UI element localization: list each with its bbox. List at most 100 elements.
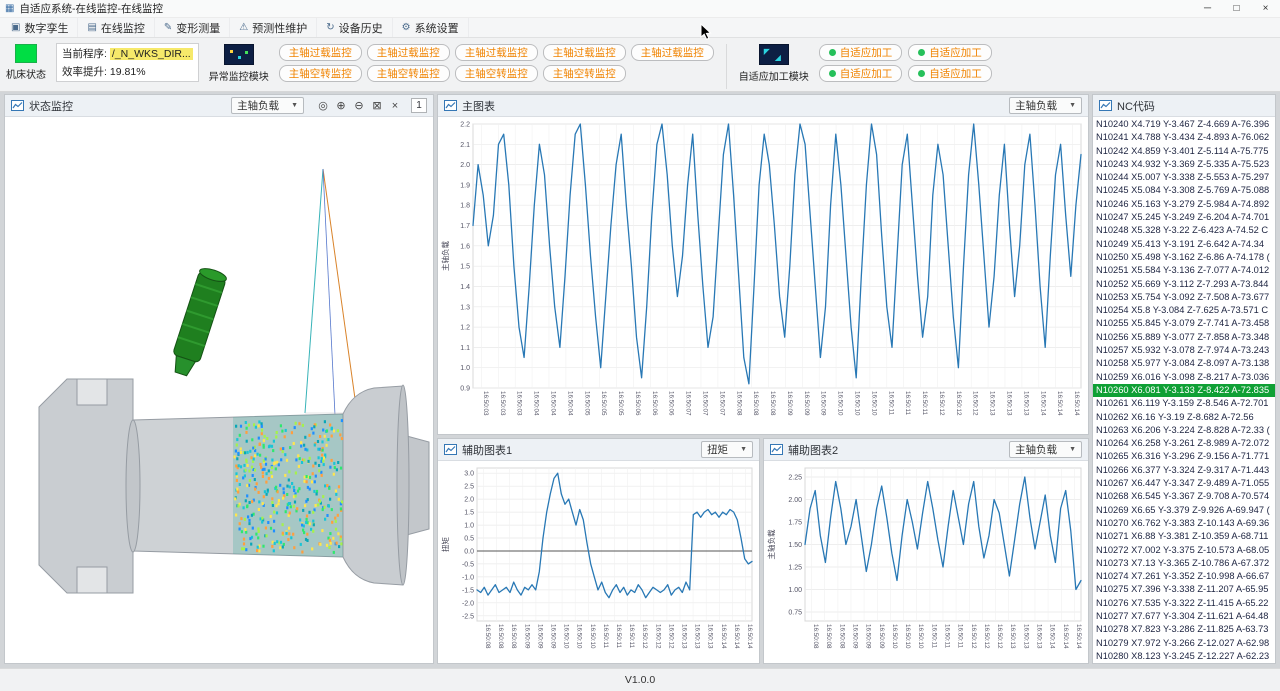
- main-chart-body: 0.91.01.11.21.31.41.51.61.71.81.92.02.12…: [438, 117, 1088, 434]
- adaptive-machining-button-3[interactable]: 自适应加工: [819, 65, 903, 82]
- aux-chart2-signal-dropdown[interactable]: 主轴负载 ▼: [1009, 441, 1082, 458]
- nc-code-line[interactable]: N10268 X6.545 Y-3.367 Z-9.708 A-70.574: [1093, 490, 1275, 503]
- svg-text:16:50:09: 16:50:09: [536, 624, 543, 649]
- overload-monitor-button-5[interactable]: 主轴过载监控: [631, 44, 714, 61]
- nc-code-line[interactable]: N10249 X5.413 Y-3.191 Z-6.642 A-74.34: [1093, 238, 1275, 251]
- nc-code-line[interactable]: N10247 X5.245 Y-3.249 Z-6.204 A-74.701: [1093, 211, 1275, 224]
- overload-monitor-button-1[interactable]: 主轴过载监控: [279, 44, 362, 61]
- close-button[interactable]: ×: [1251, 0, 1280, 17]
- minimize-button[interactable]: ─: [1193, 0, 1222, 17]
- svg-text:2.25: 2.25: [788, 475, 802, 482]
- idle-monitor-button-2[interactable]: 主轴空转监控: [367, 65, 450, 82]
- status-bar: V1.0.0: [0, 668, 1280, 691]
- idle-monitor-button-1[interactable]: 主轴空转监控: [279, 65, 362, 82]
- menu-item-6[interactable]: ⚙系统设置: [393, 18, 469, 37]
- overload-monitor-button-3[interactable]: 主轴过载监控: [455, 44, 538, 61]
- nc-code-line[interactable]: N10256 X5.889 Y-3.077 Z-7.858 A-73.348: [1093, 331, 1275, 344]
- adaptive-machining-button-4[interactable]: 自适应加工: [908, 65, 992, 82]
- aux1-line-chart[interactable]: -2.5-2.0-1.5-1.0-0.50.00.51.01.52.02.53.…: [439, 462, 758, 663]
- nc-code-line[interactable]: N10272 X7.002 Y-3.375 Z-10.573 A-68.05: [1093, 544, 1275, 557]
- window-controls: ─ □ ×: [1193, 0, 1280, 17]
- nc-code-line[interactable]: N10266 X6.377 Y-3.324 Z-9.317 A-71.443: [1093, 464, 1275, 477]
- menu-item-3[interactable]: ✎变形测量: [155, 18, 230, 37]
- scale-input[interactable]: 1: [411, 98, 427, 113]
- svg-text:16:50:11: 16:50:11: [628, 624, 635, 649]
- nc-code-line[interactable]: N10271 X6.88 Y-3.381 Z-10.359 A-68.711: [1093, 530, 1275, 543]
- idle-monitor-button-4[interactable]: 主轴空转监控: [543, 65, 626, 82]
- nc-code-line[interactable]: N10265 X6.316 Y-3.296 Z-9.156 A-71.771: [1093, 450, 1275, 463]
- nc-code-line[interactable]: N10261 X6.119 Y-3.159 Z-8.546 A-72.701: [1093, 397, 1275, 410]
- menu-item-1[interactable]: ▣数字孪生: [2, 18, 78, 37]
- nc-code-line[interactable]: N10255 X5.845 Y-3.079 Z-7.741 A-73.458: [1093, 317, 1275, 330]
- nc-code-line[interactable]: N10248 X5.328 Y-3.22 Z-6.423 A-74.52 C: [1093, 224, 1275, 237]
- viewport-signal-dropdown[interactable]: 主轴负载 ▼: [231, 97, 304, 114]
- svg-text:16:50:13: 16:50:13: [694, 624, 701, 649]
- nc-code-line[interactable]: N10276 X7.535 Y-3.322 Z-11.415 A-65.22: [1093, 597, 1275, 610]
- menu-item-5[interactable]: ↻设备历史: [317, 18, 392, 37]
- adaptive-machining-button-2[interactable]: 自适应加工: [908, 44, 992, 61]
- aux2-line-chart[interactable]: 0.751.001.251.501.752.002.2516:50:0816:5…: [765, 462, 1087, 663]
- svg-text:1.6: 1.6: [460, 243, 470, 250]
- menu-item-4[interactable]: ⚠预测性维护: [230, 18, 317, 37]
- pan-icon[interactable]: ⊠: [369, 98, 385, 114]
- nc-code-line[interactable]: N10250 X5.498 Y-3.162 Z-6.86 A-74.178 (: [1093, 251, 1275, 264]
- nc-code-line[interactable]: N10275 X7.396 Y-3.338 Z-11.207 A-65.95: [1093, 583, 1275, 596]
- dropdown-value: 主轴负载: [237, 98, 279, 113]
- nc-code-line[interactable]: N10260 X6.081 Y-3.133 Z-8.422 A-72.835: [1093, 384, 1275, 397]
- svg-text:16:50:10: 16:50:10: [917, 624, 924, 649]
- main-chart-signal-dropdown[interactable]: 主轴负载 ▼: [1009, 97, 1082, 114]
- nc-code-line[interactable]: N10269 X6.65 Y-3.379 Z-9.926 A-69.947 (: [1093, 504, 1275, 517]
- main-line-chart[interactable]: 0.91.01.11.21.31.41.51.61.71.81.92.02.12…: [439, 118, 1087, 434]
- svg-text:1.50: 1.50: [788, 542, 802, 549]
- svg-text:-1.0: -1.0: [462, 574, 474, 581]
- nc-code-line[interactable]: N10277 X7.677 Y-3.304 Z-11.621 A-64.48: [1093, 610, 1275, 623]
- nc-code-line[interactable]: N10278 X7.823 Y-3.286 Z-11.825 A-63.73: [1093, 623, 1275, 636]
- reset-view-icon[interactable]: ◎: [315, 98, 331, 114]
- nc-code-line[interactable]: N10254 X5.8 Y-3.084 Z-7.625 A-73.571 C: [1093, 304, 1275, 317]
- svg-text:16:50:12: 16:50:12: [972, 391, 979, 416]
- nc-code-line[interactable]: N10257 X5.932 Y-3.078 Z-7.974 A-73.243: [1093, 344, 1275, 357]
- idle-monitor-button-3[interactable]: 主轴空转监控: [455, 65, 538, 82]
- nc-code-line[interactable]: N10244 X5.007 Y-3.338 Z-5.553 A-75.297: [1093, 171, 1275, 184]
- zoom-out-icon[interactable]: ⊖: [351, 98, 367, 114]
- button-label: 自适应加工: [929, 45, 982, 60]
- nc-code-line[interactable]: N10251 X5.584 Y-3.136 Z-7.077 A-74.012: [1093, 264, 1275, 277]
- nc-code-line[interactable]: N10280 X8.123 Y-3.245 Z-12.227 A-62.23: [1093, 650, 1275, 663]
- nc-code-line[interactable]: N10241 X4.788 Y-3.434 Z-4.893 A-76.062: [1093, 131, 1275, 144]
- dropdown-value: 扭矩: [707, 442, 728, 457]
- nc-code-line[interactable]: N10242 X4.859 Y-3.401 Z-5.114 A-75.775: [1093, 145, 1275, 158]
- nc-code-line[interactable]: N10273 X7.13 Y-3.365 Z-10.786 A-67.372: [1093, 557, 1275, 570]
- nc-code-line[interactable]: N10253 X5.754 Y-3.092 Z-7.508 A-73.677: [1093, 291, 1275, 304]
- zoom-in-icon[interactable]: ⊕: [333, 98, 349, 114]
- nc-code-line[interactable]: N10274 X7.261 Y-3.352 Z-10.998 A-66.67: [1093, 570, 1275, 583]
- svg-text:16:50:13: 16:50:13: [1022, 391, 1029, 416]
- menu-item-2[interactable]: ▤在线监控: [78, 18, 154, 37]
- aux-chart1-signal-dropdown[interactable]: 扭矩 ▼: [701, 441, 753, 458]
- nc-code-line[interactable]: N10279 X7.972 Y-3.266 Z-12.027 A-62.98: [1093, 637, 1275, 650]
- overload-monitor-button-4[interactable]: 主轴过载监控: [543, 44, 626, 61]
- nc-code-line[interactable]: N10270 X6.762 Y-3.383 Z-10.143 A-69.36: [1093, 517, 1275, 530]
- maximize-button[interactable]: □: [1222, 0, 1251, 17]
- nc-code-line[interactable]: N10246 X5.163 Y-3.279 Z-5.984 A-74.892: [1093, 198, 1275, 211]
- nc-code-line[interactable]: N10267 X6.447 Y-3.347 Z-9.489 A-71.055: [1093, 477, 1275, 490]
- nc-code-list: N10240 X4.719 Y-3.467 Z-4.669 A-76.396N1…: [1093, 117, 1275, 663]
- deformation-measure-icon: ✎: [164, 22, 172, 33]
- nc-code-line[interactable]: N10258 X5.977 Y-3.084 Z-8.097 A-73.138: [1093, 357, 1275, 370]
- nc-code-line[interactable]: N10259 X6.016 Y-3.098 Z-8.217 A-73.036: [1093, 371, 1275, 384]
- close-icon[interactable]: ×: [387, 98, 403, 114]
- machine-3d-viewport[interactable]: [5, 117, 433, 663]
- nc-code-line[interactable]: N10263 X6.206 Y-3.224 Z-8.828 A-72.33 (: [1093, 424, 1275, 437]
- svg-text:16:50:09: 16:50:09: [878, 624, 885, 649]
- svg-text:0.75: 0.75: [788, 610, 802, 617]
- nc-code-line[interactable]: N10245 X5.084 Y-3.308 Z-5.769 A-75.088: [1093, 184, 1275, 197]
- overload-monitor-button-2[interactable]: 主轴过载监控: [367, 44, 450, 61]
- nc-code-line[interactable]: N10243 X4.932 Y-3.369 Z-5.335 A-75.523: [1093, 158, 1275, 171]
- svg-text:扭矩: 扭矩: [440, 537, 450, 552]
- adaptive-machining-button-1[interactable]: 自适应加工: [819, 44, 903, 61]
- nc-code-line[interactable]: N10262 X6.16 Y-3.19 Z-8.682 A-72.56: [1093, 411, 1275, 424]
- nc-code-line[interactable]: N10264 X6.258 Y-3.261 Z-8.989 A-72.072: [1093, 437, 1275, 450]
- nc-code-line[interactable]: N10240 X4.719 Y-3.467 Z-4.669 A-76.396: [1093, 118, 1275, 131]
- svg-text:1.0: 1.0: [464, 523, 474, 530]
- svg-text:16:50:07: 16:50:07: [685, 391, 692, 416]
- nc-code-line[interactable]: N10252 X5.669 Y-3.112 Z-7.293 A-73.844: [1093, 278, 1275, 291]
